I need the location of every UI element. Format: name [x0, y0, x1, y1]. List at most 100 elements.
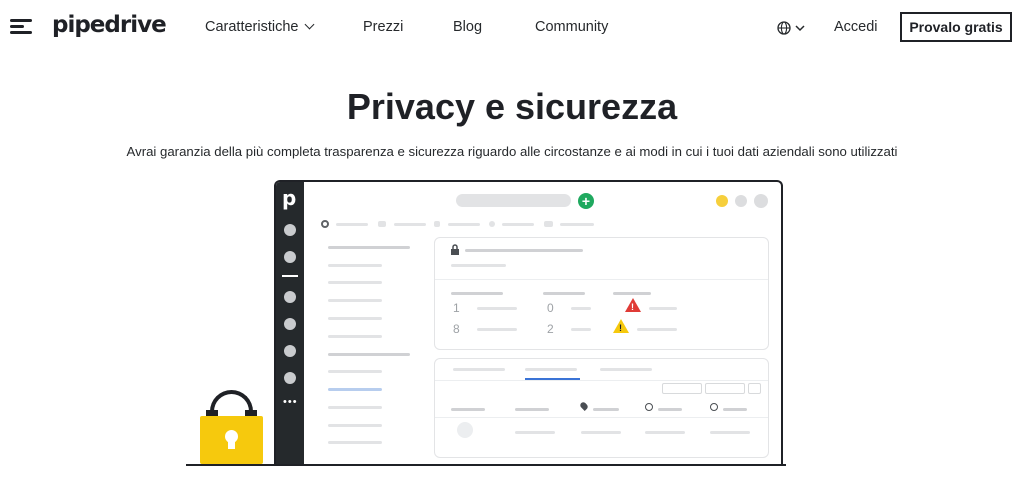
panel-bar: [637, 328, 677, 331]
view-dropdown: [705, 383, 745, 394]
alert-mark: !: [619, 323, 622, 333]
row-bar: [645, 431, 685, 434]
row-bar: [581, 431, 621, 434]
security-illustration: p ••• + 1 0 ! 8 2 !: [0, 0, 1024, 480]
menu-bar: [328, 281, 382, 284]
nav-blog[interactable]: Blog: [453, 19, 482, 35]
try-free-button[interactable]: Provalo gratis: [900, 12, 1012, 42]
menu-bar: [328, 424, 382, 427]
globe-icon: [777, 21, 805, 35]
sidebar-dot: [284, 372, 296, 384]
location-icon: [579, 401, 589, 411]
panel-bar: [571, 328, 591, 331]
app-logo: p: [282, 186, 297, 210]
row-bar: [710, 431, 750, 434]
card-icon: [378, 221, 386, 227]
window-dot: [735, 195, 747, 207]
keyhole-slot: [228, 438, 235, 449]
panel-bar: [465, 249, 583, 252]
menu-bar: [328, 441, 382, 444]
more-icon: •••: [283, 396, 298, 408]
col-header: [658, 408, 682, 411]
page-subtitle: Avrai garanzia della più completa traspa…: [126, 144, 898, 159]
sidebar-dot: [284, 318, 296, 330]
panel-bar: [451, 292, 503, 295]
alert-icon-yellow: !: [613, 319, 629, 333]
top-nav: pipedrive Caratteristiche Prezzi Blog Co…: [0, 0, 1024, 56]
col-header: [593, 408, 619, 411]
stat-value: 1: [453, 301, 460, 315]
refresh-icon: [710, 403, 718, 411]
sidebar-active-line: [282, 275, 298, 277]
divider: [435, 279, 768, 280]
menu-bar: [328, 406, 382, 409]
history-icon: [645, 403, 653, 411]
menu-bar: [328, 317, 382, 320]
col-header: [515, 408, 549, 411]
pipedrive-logo[interactable]: pipedrive: [52, 12, 167, 38]
divider: [435, 417, 768, 418]
avatar-icon: [457, 422, 473, 438]
divider: [435, 380, 768, 381]
sidebar-dot: [284, 251, 296, 263]
tab-bar: [525, 368, 577, 371]
row-bar: [515, 431, 555, 434]
menu-icon[interactable]: [10, 17, 32, 35]
menu-bar: [328, 353, 410, 356]
nav-features-label: Caratteristiche: [205, 19, 299, 35]
toolbar-bar: [560, 223, 594, 226]
language-selector[interactable]: [776, 19, 806, 37]
col-header: [723, 408, 747, 411]
add-icon: +: [578, 193, 594, 209]
mail-icon: [544, 221, 553, 227]
page-title: Privacy e sicurezza: [346, 86, 678, 127]
alert-icon-red: !: [625, 298, 641, 312]
panel-bar: [477, 307, 517, 310]
col-header: [451, 408, 485, 411]
menu-bar: [328, 299, 382, 302]
panel-bar: [451, 264, 506, 267]
panel-bar: [571, 307, 591, 310]
search-bar-placeholder: [456, 194, 571, 207]
nav-community[interactable]: Community: [535, 19, 608, 35]
lock-icon: [451, 244, 459, 255]
toolbar-bar: [394, 223, 426, 226]
stat-value: 8: [453, 322, 460, 336]
bell-icon: [489, 221, 495, 227]
stat-value: 0: [547, 301, 554, 315]
alert-mark: !: [631, 302, 634, 312]
toolbar-bar: [448, 223, 480, 226]
menu-bar: [328, 264, 382, 267]
tab-bar: [453, 368, 505, 371]
baseline: [186, 464, 786, 466]
tab-bar: [600, 368, 652, 371]
panel-bar: [649, 307, 677, 310]
security-panel: 1 0 ! 8 2 !: [434, 237, 769, 350]
window-dot: [754, 194, 768, 208]
gear-icon: [321, 220, 329, 228]
stat-value: 2: [547, 322, 554, 336]
app-sidebar: p •••: [276, 182, 304, 466]
menu-bar-active: [328, 388, 382, 391]
list-icon: [434, 221, 440, 227]
menu-bar: [328, 370, 382, 373]
nav-features[interactable]: Caratteristiche: [205, 19, 315, 35]
chevron-down-icon: [305, 19, 315, 30]
more-options-icon: [748, 383, 761, 394]
sidebar-dot: [284, 345, 296, 357]
menu-bar: [328, 335, 382, 338]
toolbar-bar: [336, 223, 368, 226]
filter-dropdown: [662, 383, 702, 394]
window-dot-yellow: [716, 195, 728, 207]
nav-pricing[interactable]: Prezzi: [363, 19, 403, 35]
menu-bar: [328, 246, 410, 249]
login-link[interactable]: Accedi: [834, 19, 878, 35]
app-window-illustration: p ••• + 1 0 ! 8 2 !: [274, 180, 783, 466]
panel-bar: [477, 328, 517, 331]
panel-bar: [543, 292, 585, 295]
activity-panel: [434, 358, 769, 458]
panel-bar: [613, 292, 651, 295]
sidebar-dot: [284, 291, 296, 303]
sidebar-dot: [284, 224, 296, 236]
toolbar-bar: [502, 223, 534, 226]
